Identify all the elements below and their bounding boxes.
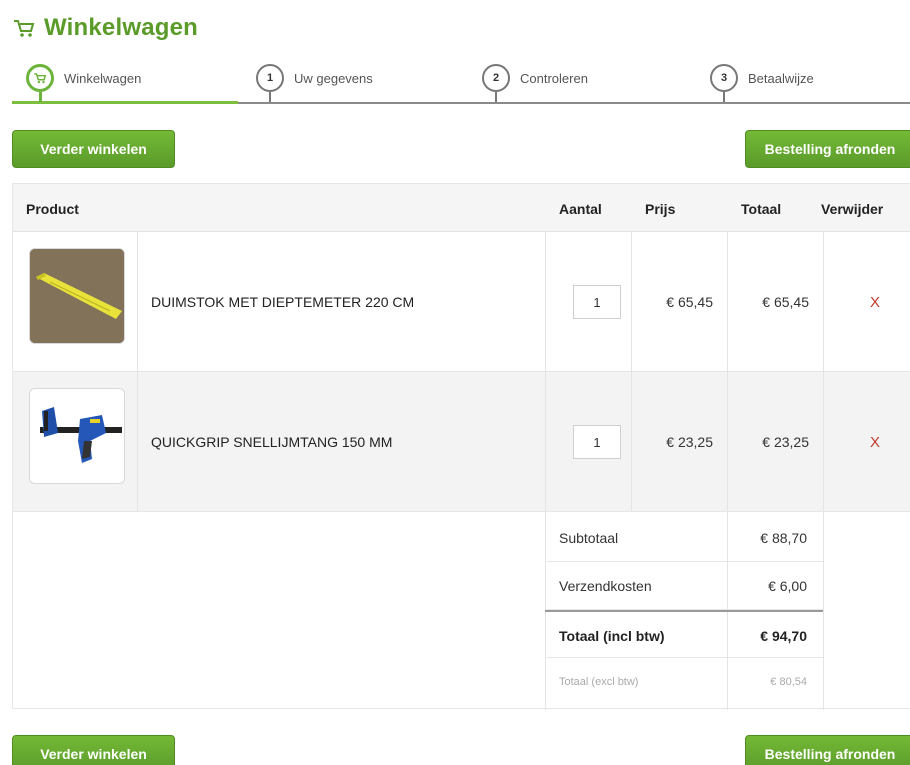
column-divider xyxy=(823,372,824,512)
step-number-icon: 3 xyxy=(710,64,738,92)
checkout-steps: Winkelwagen 1 Uw gegevens 2 Controleren … xyxy=(12,58,910,104)
remove-item-button[interactable]: X xyxy=(870,294,880,311)
step-betaalwijze[interactable]: 3 Betaalwijze xyxy=(710,64,814,102)
clamp-image[interactable] xyxy=(29,388,125,484)
subtotal-row: Subtotaal € 88,70 xyxy=(545,514,823,562)
line-total: € 65,45 xyxy=(762,294,809,310)
column-divider xyxy=(545,372,546,512)
total-excl-row: Totaal (excl btw) € 80,54 xyxy=(545,660,823,708)
quantity-input[interactable]: 1 xyxy=(573,285,621,319)
page-title: Winkelwagen xyxy=(44,14,199,41)
step-label: Uw gegevens xyxy=(294,70,373,86)
column-divider xyxy=(823,232,824,372)
header-remove: Verwijder xyxy=(821,201,884,217)
step-label: Betaalwijze xyxy=(748,70,814,86)
column-divider xyxy=(137,232,138,372)
cart-icon xyxy=(14,20,35,37)
step-uw-gegevens[interactable]: 1 Uw gegevens xyxy=(256,64,373,102)
unit-price: € 65,45 xyxy=(666,294,713,310)
total-incl-row: Totaal (incl btw) € 94,70 xyxy=(545,610,823,658)
steps-active-indicator xyxy=(12,101,238,104)
shipping-label: Verzendkosten xyxy=(559,578,652,594)
step-connector xyxy=(495,92,497,102)
subtotal-label: Subtotaal xyxy=(559,530,619,546)
shipping-value: € 6,00 xyxy=(768,578,807,594)
step-label: Controleren xyxy=(520,70,588,86)
continue-shopping-button[interactable]: Verder winkelen xyxy=(12,130,175,168)
step-number-icon: 1 xyxy=(256,64,284,92)
quantity-input[interactable]: 1 xyxy=(573,425,621,459)
step-winkelwagen[interactable]: Winkelwagen xyxy=(26,64,142,102)
continue-shopping-button-bottom[interactable]: Verder winkelen xyxy=(12,735,175,765)
table-row: QUICKGRIP SNELLIJMTANG 150 MM 1 € 23,25 … xyxy=(13,372,910,512)
subtotal-value: € 88,70 xyxy=(760,530,807,546)
total-incl-label: Totaal (incl btw) xyxy=(559,628,665,644)
page-header: Winkelwagen xyxy=(12,14,198,42)
column-divider xyxy=(137,372,138,512)
step-connector xyxy=(269,92,271,102)
total-excl-label: Totaal (excl btw) xyxy=(559,676,639,688)
product-name[interactable]: DUIMSTOK MET DIEPTEMETER 220 CM xyxy=(151,294,414,310)
unit-price: € 23,25 xyxy=(666,434,713,450)
column-divider xyxy=(823,512,824,710)
step-label: Winkelwagen xyxy=(64,70,142,86)
line-total: € 23,25 xyxy=(762,434,809,450)
product-name[interactable]: QUICKGRIP SNELLIJMTANG 150 MM xyxy=(151,434,392,450)
header-product: Product xyxy=(26,201,79,217)
step-controleren[interactable]: 2 Controleren xyxy=(482,64,588,102)
cart-step-icon xyxy=(26,64,54,92)
total-excl-value: € 80,54 xyxy=(770,676,807,688)
table-row: DUIMSTOK MET DIEPTEMETER 220 CM 1 € 65,4… xyxy=(13,232,910,372)
column-divider xyxy=(545,232,546,372)
table-header: Product Aantal Prijs Totaal Verwijder xyxy=(13,184,910,232)
folding-ruler-image[interactable] xyxy=(29,248,125,344)
header-quantity: Aantal xyxy=(559,201,602,217)
header-price: Prijs xyxy=(645,201,676,217)
step-connector xyxy=(39,92,42,102)
shipping-row: Verzendkosten € 6,00 xyxy=(545,562,823,610)
total-incl-value: € 94,70 xyxy=(760,628,807,644)
step-connector xyxy=(723,92,725,102)
header-total: Totaal xyxy=(741,201,782,217)
remove-item-button[interactable]: X xyxy=(870,434,880,451)
checkout-button-bottom[interactable]: Bestelling afronden xyxy=(745,735,910,765)
step-number-icon: 2 xyxy=(482,64,510,92)
checkout-button[interactable]: Bestelling afronden xyxy=(745,130,910,168)
cart-table: Product Aantal Prijs Totaal Verwijder DU… xyxy=(12,183,910,710)
